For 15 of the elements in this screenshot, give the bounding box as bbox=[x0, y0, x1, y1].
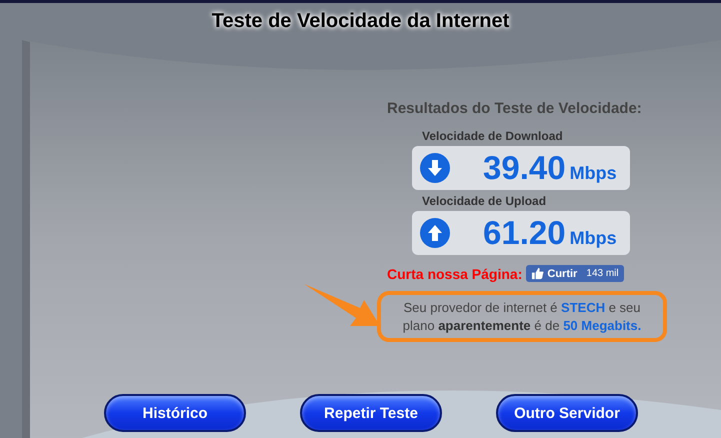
speed-unit: Mbps bbox=[570, 228, 617, 248]
speed-value: 61.20 bbox=[483, 214, 566, 252]
action-button[interactable]: Outro Servidor bbox=[496, 394, 638, 432]
action-button[interactable]: Histórico bbox=[104, 394, 246, 432]
speed-label: Velocidade de Upload bbox=[422, 194, 548, 208]
like-prompt: Curta nossa Página: bbox=[387, 266, 522, 282]
page-title: Teste de Velocidade da Internet bbox=[210, 9, 510, 34]
action-button[interactable]: Repetir Teste bbox=[300, 394, 442, 432]
speed-unit: Mbps bbox=[570, 162, 617, 184]
speed-value: 39.40 bbox=[483, 149, 566, 187]
like-button[interactable]: Curtir 143 mil bbox=[526, 265, 624, 282]
results-heading: Resultados do Teste de Velocidade: bbox=[387, 100, 642, 117]
speed-label: Velocidade de Download bbox=[422, 129, 564, 143]
thumbs-up-icon bbox=[531, 267, 544, 280]
provider-message: Seu provedor de internet é STECH e seu plano aparentemente é de 50 Megabits. bbox=[377, 291, 667, 342]
